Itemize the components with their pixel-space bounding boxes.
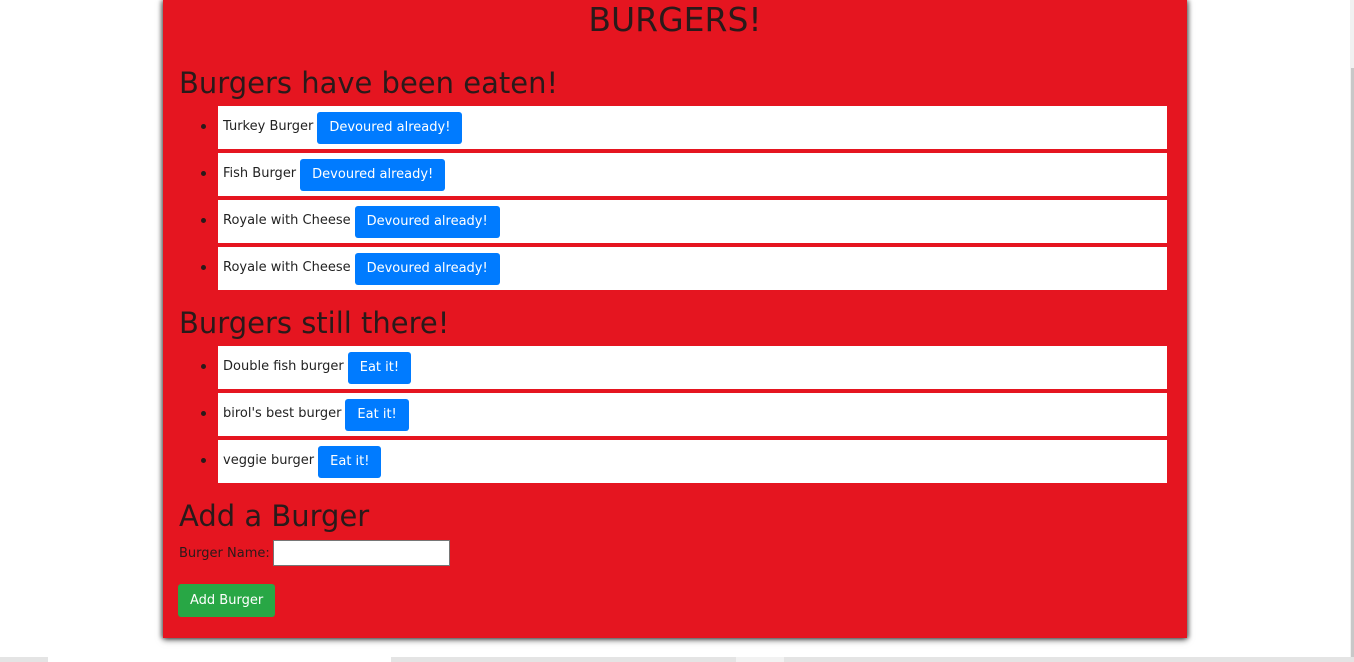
bottom-strip-segment: [48, 657, 391, 662]
devoured-button[interactable]: Devoured already!: [354, 252, 500, 285]
devoured-button[interactable]: Devoured already!: [300, 158, 446, 191]
bullet-icon: [201, 364, 206, 369]
burger-name-label: Burger Name:: [179, 545, 270, 561]
bullet-icon: [201, 171, 206, 176]
burger-name-input[interactable]: [272, 540, 450, 566]
burger-name: Royale with Cheese: [223, 259, 351, 275]
list-item: veggie burger Eat it!: [201, 440, 1167, 483]
bottom-strip-segment: [736, 657, 784, 662]
burger-name: Turkey Burger: [223, 118, 314, 134]
list-item: Royale with Cheese Devoured already!: [201, 247, 1167, 290]
burger-name: veggie burger: [223, 452, 315, 468]
list-item: birol's best burger Eat it!: [201, 393, 1167, 436]
bullet-icon: [201, 124, 206, 129]
bullet-icon: [201, 265, 206, 270]
submit-wrap: Add Burger: [178, 584, 276, 617]
devoured-button[interactable]: Devoured already!: [317, 111, 463, 144]
list-item: Double fish burger Eat it!: [201, 346, 1167, 389]
eaten-heading: Burgers have been eaten!: [179, 66, 559, 100]
eat-it-button[interactable]: Eat it!: [347, 351, 412, 384]
list-item: Royale with Cheese Devoured already!: [201, 200, 1167, 243]
add-burger-button[interactable]: Add Burger: [178, 584, 276, 617]
burger-name: Fish Burger: [223, 165, 297, 181]
devoured-button[interactable]: Devoured already!: [354, 205, 500, 238]
burger-name: birol's best burger: [223, 405, 342, 421]
remaining-list: Double fish burger Eat it! birol's best …: [201, 346, 1167, 487]
eat-it-button[interactable]: Eat it!: [345, 398, 409, 431]
burger-panel: BURGERS! Burgers have been eaten! Turkey…: [163, 0, 1187, 638]
add-burger-heading: Add a Burger: [179, 499, 370, 533]
bottom-strip: [0, 657, 1354, 662]
list-item: Turkey Burger Devoured already!: [201, 106, 1167, 149]
list-item: Fish Burger Devoured already!: [201, 153, 1167, 196]
eaten-list: Turkey Burger Devoured already! Fish Bur…: [201, 106, 1167, 294]
page-title: BURGERS!: [588, 0, 762, 39]
burger-name: Double fish burger: [223, 358, 344, 374]
burger-name-row: Burger Name:: [179, 540, 450, 566]
bullet-icon: [201, 218, 206, 223]
bullet-icon: [201, 458, 206, 463]
burger-name: Royale with Cheese: [223, 212, 351, 228]
remaining-heading: Burgers still there!: [179, 306, 450, 340]
bullet-icon: [201, 411, 206, 416]
eat-it-button[interactable]: Eat it!: [318, 445, 382, 478]
page: BURGERS! Burgers have been eaten! Turkey…: [0, 0, 1354, 662]
